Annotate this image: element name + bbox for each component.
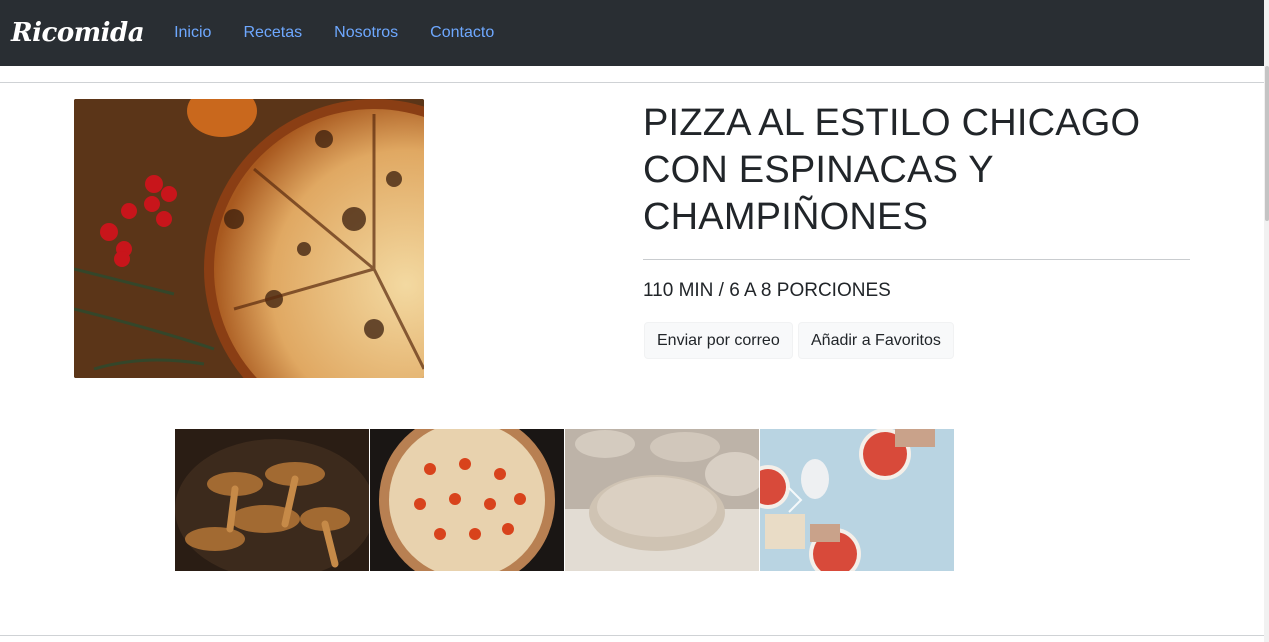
- gallery-image-mushrooms[interactable]: [175, 429, 369, 571]
- add-favorite-button[interactable]: Añadir a Favoritos: [798, 322, 954, 359]
- navbar: Ricomida Inicio Recetas Nosotros Contact…: [0, 0, 1264, 66]
- gallery-image-tomato-pizza[interactable]: [370, 429, 564, 571]
- carousel-next-button[interactable]: [780, 480, 810, 520]
- nav-link-inicio[interactable]: Inicio: [158, 24, 227, 42]
- chevron-right-icon: [788, 487, 803, 513]
- nav-link-contacto[interactable]: Contacto: [414, 24, 510, 42]
- recipe-meta: 110 MIN / 6 A 8 PORCIONES: [643, 280, 891, 301]
- gallery-image-dough[interactable]: [565, 429, 759, 571]
- nav-link-recetas[interactable]: Recetas: [227, 24, 318, 42]
- title-divider: [643, 259, 1190, 260]
- top-divider: [0, 82, 1264, 83]
- nav-link-nosotros[interactable]: Nosotros: [318, 24, 414, 42]
- brand-logo[interactable]: Ricomida: [11, 18, 145, 48]
- bottom-divider: [0, 635, 1264, 636]
- email-recipe-button[interactable]: Enviar por correo: [644, 322, 793, 359]
- image-gallery: [175, 429, 955, 571]
- recipe-title: PIZZA AL ESTILO CHICAGO CON ESPINACAS Y …: [643, 102, 1141, 238]
- scrollbar-thumb[interactable]: [1265, 66, 1269, 221]
- recipe-main-image: [74, 99, 424, 378]
- nav-links: Inicio Recetas Nosotros Contacto: [158, 24, 510, 42]
